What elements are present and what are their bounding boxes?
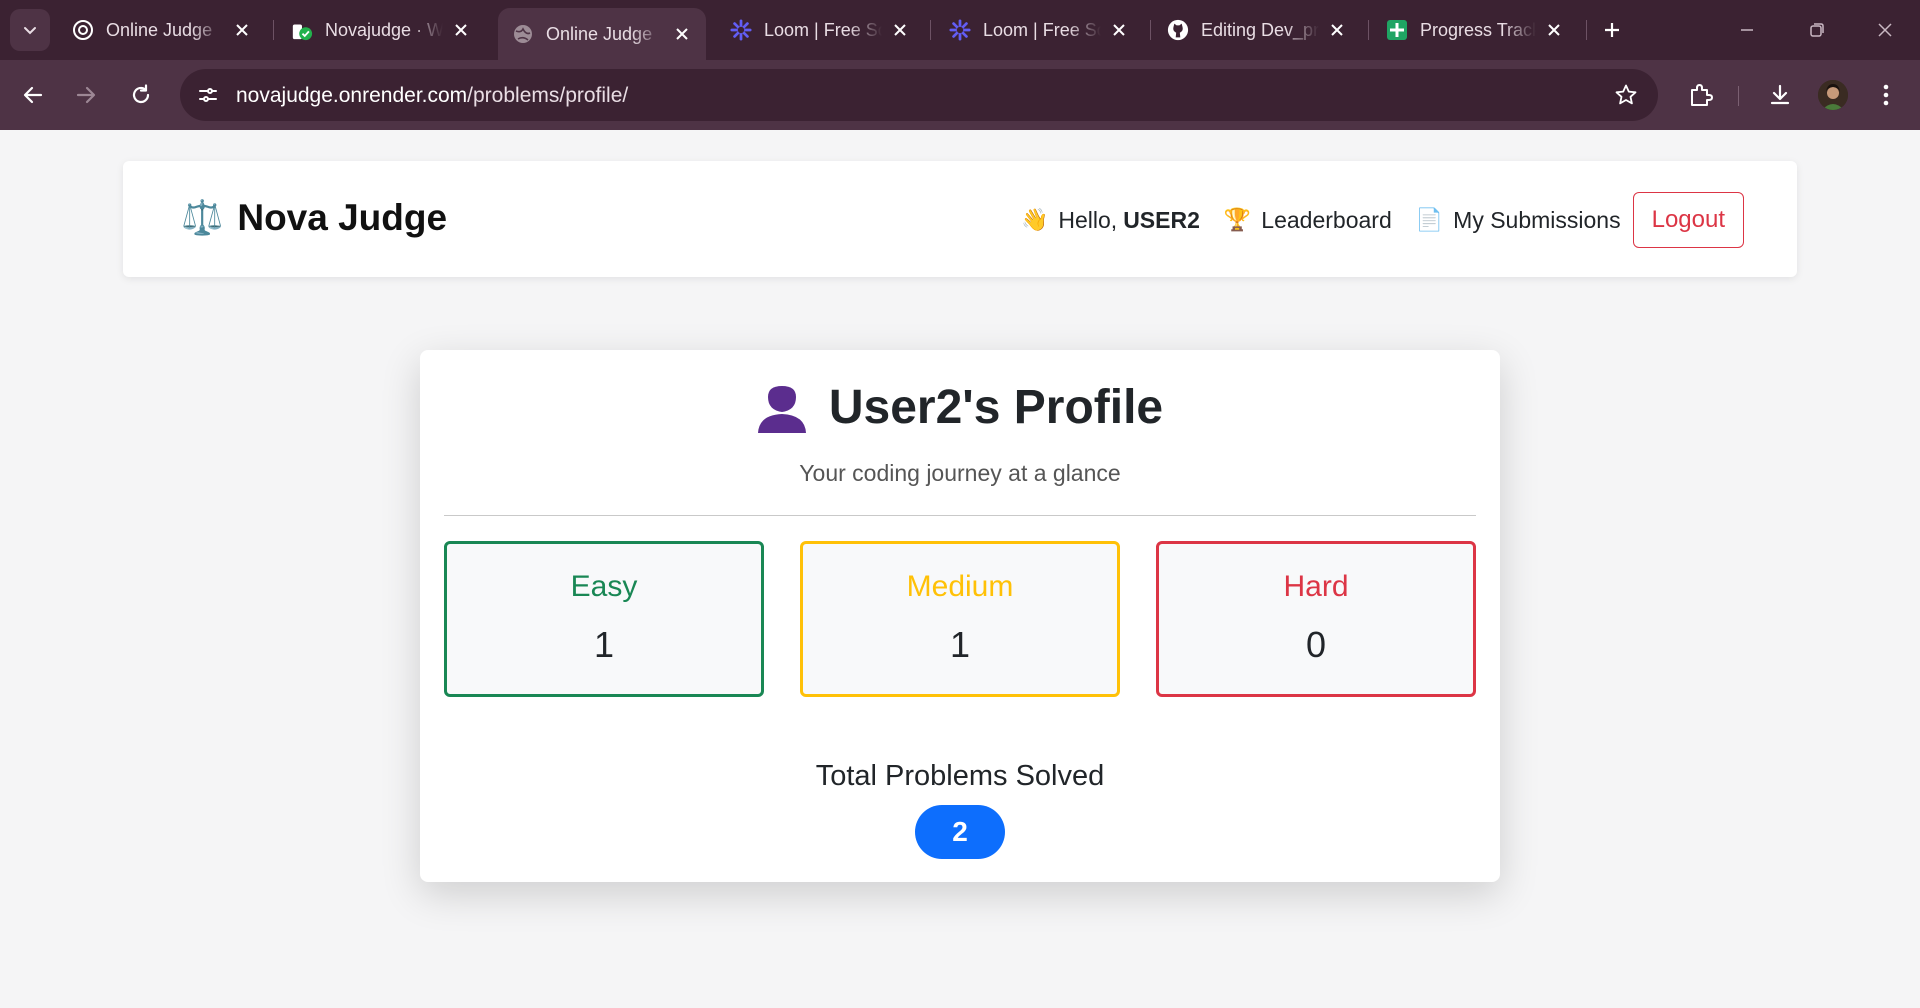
hard-stat-card: Hard 0 [1156, 541, 1476, 697]
forward-button[interactable] [68, 77, 104, 113]
render-icon [291, 19, 313, 41]
back-button[interactable] [15, 77, 51, 113]
leaderboard-link[interactable]: 🏆 Leaderboard [1224, 207, 1392, 234]
reload-icon [132, 84, 150, 104]
globe-icon [512, 23, 534, 45]
brand-name: Nova Judge [237, 197, 448, 238]
loom-icon [730, 19, 752, 41]
divider [444, 515, 1476, 516]
close-icon[interactable] [888, 18, 912, 42]
hard-count: 0 [1305, 624, 1327, 665]
greeting: 👋 Hello, USER2 [1021, 207, 1200, 234]
url-text[interactable]: novajudge.onrender.com/problems/profile/ [236, 84, 628, 108]
toolbar-divider [1738, 86, 1739, 106]
scales-icon: ⚖️ [181, 199, 224, 237]
trophy-icon: 🏆 [1223, 207, 1252, 232]
browser-tab[interactable]: Loom | Free Screen [716, 9, 924, 51]
easy-label: Easy [570, 570, 638, 603]
medium-stat-card: Medium 1 [800, 541, 1120, 697]
close-icon[interactable] [670, 22, 694, 46]
tab-title: Progress Tracker [1420, 19, 1536, 40]
close-icon[interactable] [1542, 18, 1566, 42]
total-solved-badge: 2 [915, 805, 1005, 859]
close-icon[interactable] [1107, 18, 1131, 42]
download-icon [1770, 84, 1790, 105]
browser-toolbar: novajudge.onrender.com/problems/profile/ [0, 60, 1920, 130]
site-navbar: ⚖️ Nova Judge 👋 Hello, USER2 🏆 Leaderboa… [123, 161, 1797, 277]
url-host: novajudge.onrender.com [236, 84, 468, 107]
browser-tab-strip: Online Judge Novajudge · Web Online Judg… [0, 0, 1920, 60]
close-icon [1878, 23, 1892, 37]
profile-avatar[interactable] [1818, 80, 1848, 110]
minimize-icon [1741, 29, 1753, 31]
profile-card: User2's Profile Your coding journey at a… [420, 350, 1500, 882]
tab-title: Loom | Free Screen [983, 19, 1101, 40]
tab-separator [1586, 20, 1587, 40]
tab-separator [930, 20, 931, 40]
puzzle-icon [1691, 84, 1713, 106]
logout-button[interactable]: Logout [1632, 192, 1744, 248]
tab-separator [1368, 20, 1369, 40]
github-icon [1167, 19, 1189, 41]
tab-search-button[interactable] [10, 9, 50, 51]
tab-title: Online Judge [546, 23, 653, 44]
browser-tab[interactable]: Novajudge · Web [277, 9, 485, 51]
medium-label: Medium [906, 570, 1014, 603]
greeting-text: Hello, [1058, 206, 1118, 233]
total-solved-heading: Total Problems Solved [815, 760, 1105, 792]
address-bar[interactable]: novajudge.onrender.com/problems/profile/ [180, 69, 1658, 121]
loom-icon [949, 19, 971, 41]
easy-stat-card: Easy 1 [444, 541, 764, 697]
tab-title: Loom | Free Screen [764, 19, 882, 40]
url-path: /problems/profile/ [467, 84, 629, 107]
close-icon[interactable] [1325, 18, 1349, 42]
reload-button[interactable] [123, 77, 159, 113]
user-silhouette-icon [757, 383, 807, 433]
close-icon[interactable] [230, 18, 254, 42]
new-tab-button[interactable] [1596, 14, 1628, 46]
chevron-down-icon [24, 27, 36, 35]
bookmark-star-icon[interactable] [1612, 81, 1640, 109]
my-submissions-link[interactable]: 📄 My Submissions [1416, 207, 1621, 234]
browser-tab[interactable]: Loom | Free Screen [935, 9, 1143, 51]
tab-title: Novajudge · Web [325, 19, 443, 40]
plus-icon [1605, 23, 1619, 37]
browser-menu-button[interactable] [1868, 77, 1904, 113]
tab-separator [1150, 20, 1151, 40]
brand-link[interactable]: ⚖️ Nova Judge [181, 197, 447, 239]
arrow-right-icon [76, 86, 96, 104]
close-icon[interactable] [449, 18, 473, 42]
username: USER2 [1123, 206, 1200, 233]
easy-count: 1 [593, 624, 615, 665]
wave-icon: 👋 [1020, 207, 1049, 232]
minimize-button[interactable] [1730, 14, 1764, 46]
more-vertical-icon [1883, 84, 1889, 106]
leaderboard-label: Leaderboard [1261, 206, 1392, 233]
browser-tab[interactable]: Progress Tracker [1372, 9, 1578, 51]
downloads-button[interactable] [1762, 77, 1798, 113]
tab-title: Editing Dev_prep [1201, 19, 1319, 40]
tab-separator [273, 20, 274, 40]
restore-icon [1810, 23, 1824, 37]
document-icon: 📄 [1415, 207, 1444, 232]
browser-tab[interactable]: Editing Dev_prep [1153, 9, 1361, 51]
profile-title-text: User2's Profile [828, 381, 1164, 434]
restore-button[interactable] [1800, 14, 1834, 46]
close-window-button[interactable] [1868, 14, 1902, 46]
site-settings-icon[interactable] [194, 81, 222, 109]
sheets-icon [1386, 19, 1408, 41]
hard-label: Hard [1283, 570, 1349, 603]
page-title: User2's Profile [420, 380, 1500, 435]
nav-items: 👋 Hello, USER2 🏆 Leaderboard 📄 My Submis… [1021, 192, 1744, 248]
profile-subtitle: Your coding journey at a glance [799, 460, 1121, 486]
tab-title: Online Judge [106, 19, 213, 40]
medium-count: 1 [949, 624, 971, 665]
browser-tab[interactable]: Online Judge [58, 9, 266, 51]
extensions-button[interactable] [1682, 77, 1718, 113]
my-submissions-label: My Submissions [1453, 206, 1621, 233]
arrow-left-icon [23, 86, 43, 104]
browser-tab-active[interactable]: Online Judge [498, 8, 706, 60]
openai-icon [72, 19, 94, 41]
